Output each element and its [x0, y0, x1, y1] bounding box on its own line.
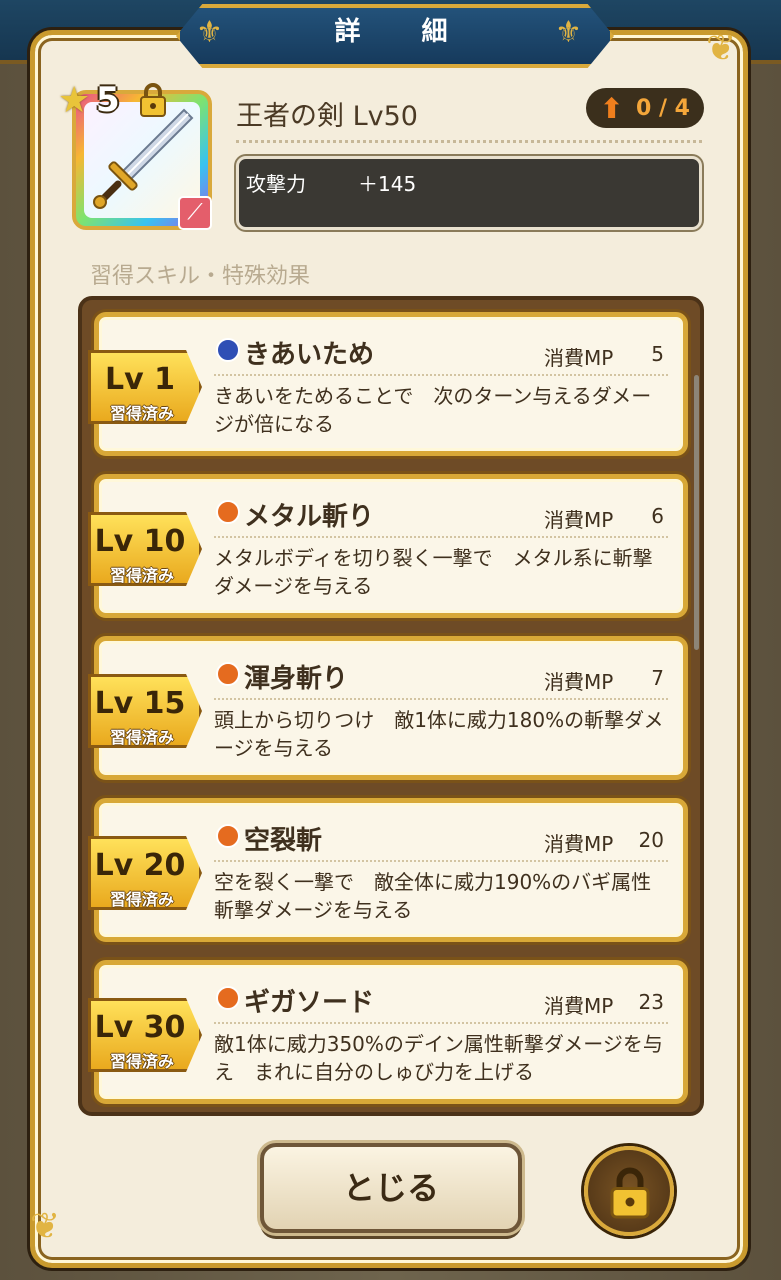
skill-name: きあいため	[244, 340, 375, 370]
skill-level: Lv 1	[105, 362, 175, 397]
corner-ornament-icon: ❦	[30, 1206, 61, 1247]
skill-type-icon	[216, 824, 240, 848]
skill-description: メタルボディを切り裂く一撃で メタル系に斬撃ダメージを与える	[214, 546, 653, 598]
dialog-title: 詳 細	[334, 17, 474, 47]
skill-level: Lv 30	[94, 1010, 186, 1045]
skill-description: 空を裂く一撃で 敵全体に威力190%のバギ属性斬撃ダメージを与える	[214, 870, 652, 922]
mp-value: 23	[638, 990, 664, 1014]
star-icon: ★	[58, 80, 91, 121]
mp-label: 消費MP	[544, 994, 614, 1018]
divider	[214, 698, 668, 700]
mp-label: 消費MP	[544, 670, 614, 694]
scrollbar[interactable]	[694, 375, 699, 650]
up-arrow-icon: ⬆	[600, 92, 624, 125]
divider	[214, 374, 668, 376]
fleur-right-icon: ⚜	[555, 15, 582, 50]
mp-label: 消費MP	[544, 832, 614, 856]
skill-name: 渾身斬り	[244, 664, 349, 694]
skill-name: ギガソード	[244, 988, 375, 1018]
skill-level: Lv 20	[94, 848, 186, 883]
skill-status: 習得済み	[109, 404, 174, 423]
skill-description: 頭上から切りつけ 敵1体に威力180%の斬撃ダメージを与える	[214, 708, 664, 760]
skill-description: 敵1体に威力350%のデイン属性斬撃ダメージを与え まれに自分のしゅび力を上げる	[214, 1032, 663, 1084]
skill-name: メタル斬り	[244, 502, 375, 532]
skill-status: 習得済み	[109, 890, 174, 909]
mp-value: 7	[651, 666, 664, 690]
mp-label: 消費MP	[544, 508, 614, 532]
skill-status: 習得済み	[109, 1052, 174, 1071]
lock-button[interactable]	[584, 1146, 674, 1236]
enhance-count: 0 / 4	[636, 96, 690, 121]
divider	[214, 860, 668, 862]
stat-value: ＋145	[358, 172, 417, 196]
skill-type-icon	[216, 662, 240, 686]
mp-label: 消費MP	[544, 346, 614, 370]
mp-value: 5	[651, 342, 664, 366]
lock-icon	[610, 1167, 650, 1219]
section-label: 習得スキル・特殊効果	[90, 264, 311, 289]
mp-value: 20	[638, 828, 664, 852]
divider	[236, 140, 702, 143]
skill-status: 習得済み	[109, 566, 174, 585]
lock-icon	[140, 83, 166, 117]
skill-type-icon	[216, 338, 240, 362]
divider	[214, 536, 668, 538]
rarity-value: 5	[96, 80, 120, 120]
stat-label: 攻撃力	[246, 172, 306, 196]
close-button[interactable]: とじる	[260, 1143, 522, 1233]
skill-name: 空裂斬	[244, 826, 323, 856]
skill-status: 習得済み	[109, 728, 174, 747]
skill-type-icon	[216, 500, 240, 524]
skill-type-icon	[216, 986, 240, 1010]
sword-type-icon: ⟋	[178, 196, 212, 230]
skill-description: きあいをためることで 次のターン与えるダメージが倍になる	[214, 384, 652, 436]
skill-level: Lv 10	[94, 524, 186, 559]
fleur-left-icon: ⚜	[196, 15, 223, 50]
divider	[214, 1022, 668, 1024]
mp-value: 6	[651, 504, 664, 528]
skill-level: Lv 15	[94, 686, 186, 721]
item-name: 王者の剣 Lv50	[236, 101, 418, 132]
corner-ornament-icon: ❦	[706, 28, 737, 69]
